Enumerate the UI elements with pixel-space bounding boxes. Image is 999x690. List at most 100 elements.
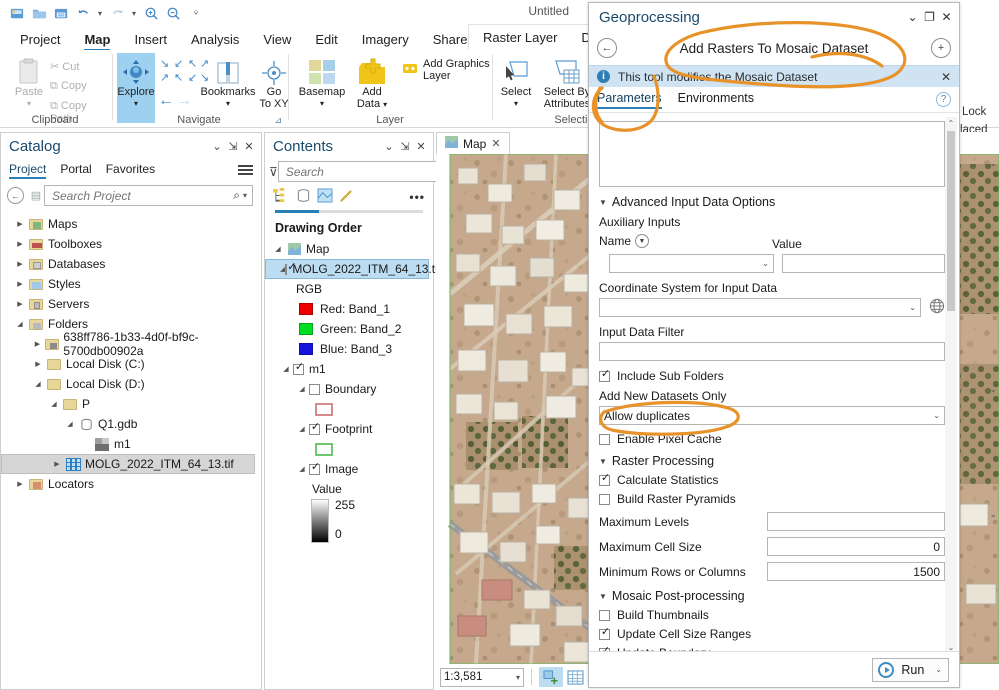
close-icon[interactable]: ✕: [413, 140, 429, 153]
tab-analysis[interactable]: Analysis: [179, 30, 251, 50]
map-scale-combobox[interactable]: 1:3,581 ▾: [440, 668, 524, 687]
map-scroll-dn-icon[interactable]: ⌄: [989, 509, 997, 520]
save-as-icon[interactable]: [50, 3, 72, 23]
add-data-button[interactable]: Add Data ▾: [350, 56, 394, 111]
message-close-icon[interactable]: ✕: [941, 70, 951, 84]
collapse-arrow-icon[interactable]: ◢: [63, 420, 77, 428]
navigate-dialog-launcher-icon[interactable]: ⊿: [274, 115, 282, 126]
undo-dropdown-chevron-down-icon[interactable]: ▾: [94, 3, 106, 23]
sublayer-visibility-checkbox[interactable]: [309, 464, 320, 475]
parameters-scrollbar[interactable]: ⌃ ⌄: [945, 117, 957, 653]
tree-item-styles[interactable]: ▶ Styles: [1, 274, 261, 294]
tab-map[interactable]: Map: [72, 30, 122, 50]
zoom-in-icon[interactable]: [140, 3, 162, 23]
select-features-icon[interactable]: [539, 667, 563, 687]
close-icon[interactable]: ✕: [938, 10, 955, 24]
attribute-table-icon[interactable]: [563, 667, 587, 687]
open-project-icon[interactable]: [28, 3, 50, 23]
copy-button[interactable]: ⧉ Copy: [50, 80, 87, 93]
update-cell-size-ranges-checkbox[interactable]: [599, 629, 610, 640]
build-raster-pyramids-row[interactable]: Build Raster Pyramids: [599, 492, 945, 506]
catalog-browse-icon[interactable]: ▤: [28, 189, 44, 202]
name-options-chevron-down-icon[interactable]: ▼: [635, 234, 649, 248]
chevron-down-icon[interactable]: ▼: [599, 592, 607, 601]
tab-parameters[interactable]: Parameters: [597, 91, 662, 109]
chevron-down-icon[interactable]: ⌄: [909, 303, 916, 312]
close-icon[interactable]: ✕: [491, 137, 500, 150]
expand-arrow-icon[interactable]: ▶: [50, 460, 64, 468]
tree-item-servers[interactable]: ▶ Servers: [1, 294, 261, 314]
collapse-arrow-icon[interactable]: ◢: [271, 245, 285, 253]
list-by-drawing-order-icon[interactable]: [273, 188, 290, 206]
tab-edit[interactable]: Edit: [303, 30, 349, 50]
basemap-button[interactable]: Basemap ▾: [294, 56, 350, 110]
redo-dropdown-chevron-down-icon[interactable]: ▾: [128, 3, 140, 23]
sublayer-visibility-checkbox[interactable]: [309, 384, 320, 395]
tab-view[interactable]: View: [251, 30, 303, 50]
include-sub-folders-row[interactable]: Include Sub Folders: [599, 369, 945, 383]
add-new-datasets-only-dropdown[interactable]: Allow duplicates ⌄: [599, 406, 945, 425]
maximum-cell-size-input[interactable]: 0: [767, 537, 945, 556]
chevron-down-icon[interactable]: ⌄: [933, 411, 940, 420]
scrollbar-thumb[interactable]: [947, 131, 955, 311]
tab-raster-layer[interactable]: Raster Layer: [471, 27, 569, 49]
expand-arrow-icon[interactable]: ▶: [31, 340, 44, 348]
more-options-icon[interactable]: •••: [409, 190, 425, 204]
update-cell-size-ranges-row[interactable]: Update Cell Size Ranges: [599, 627, 945, 641]
map-scroll-up-icon[interactable]: ⌄: [989, 158, 997, 169]
layer-item-molg-raster[interactable]: ◢ MOLG_2022_ITM_64_13.tif: [265, 259, 429, 279]
catalog-back-icon[interactable]: ←: [7, 187, 24, 204]
section-raster-processing[interactable]: ▼ Raster Processing: [599, 454, 945, 468]
tree-item-q1-gdb[interactable]: ◢ Q1.gdb: [1, 414, 261, 434]
next-extent-icon[interactable]: →: [176, 92, 192, 110]
sublayer-visibility-checkbox[interactable]: [309, 424, 320, 435]
maximum-levels-input[interactable]: [767, 512, 945, 531]
sublayer-item-image[interactable]: ◢ Image: [265, 459, 433, 479]
collapse-arrow-icon[interactable]: ◢: [47, 400, 61, 408]
back-arrow-icon[interactable]: ←: [597, 38, 617, 58]
build-thumbnails-row[interactable]: Build Thumbnails: [599, 608, 945, 622]
collapse-arrow-icon[interactable]: ◢: [295, 425, 309, 433]
tree-item-p[interactable]: ◢ P: [1, 394, 261, 414]
coordinate-system-dropdown[interactable]: ⌄: [599, 298, 921, 317]
collapse-arrow-icon[interactable]: ◢: [295, 385, 309, 393]
layer-visibility-checkbox[interactable]: [285, 264, 287, 275]
globe-icon[interactable]: [929, 298, 945, 317]
add-icon[interactable]: +: [931, 38, 951, 58]
layer-item-m1[interactable]: ◢ m1: [265, 359, 433, 379]
paste-chevron-down-icon[interactable]: ▾: [6, 98, 52, 110]
expand-arrow-icon[interactable]: ▶: [13, 220, 27, 228]
bookmarks-chevron-down-icon[interactable]: ▾: [200, 98, 256, 110]
tree-item-home-folder[interactable]: ▶ 638ff786-1b33-4d0f-bf9c-5700db00902a: [1, 334, 261, 354]
run-chevron-down-icon[interactable]: ⌄: [935, 665, 942, 674]
expand-arrow-icon[interactable]: ▶: [13, 300, 27, 308]
run-button[interactable]: Run ⌄: [872, 658, 949, 682]
layer-item-map[interactable]: ◢ Map: [265, 239, 433, 259]
search-icon[interactable]: ⌕: [230, 188, 243, 203]
list-by-editing-icon[interactable]: [339, 188, 354, 206]
pin-icon[interactable]: ⇲: [397, 140, 413, 153]
pin-icon[interactable]: ⇲: [225, 140, 241, 153]
input-data-filter-input[interactable]: [599, 342, 945, 361]
build-thumbnails-checkbox[interactable]: [599, 610, 610, 621]
customize-qat-icon[interactable]: ⩒: [190, 3, 202, 23]
maximize-icon[interactable]: ❐: [921, 10, 938, 24]
collapse-arrow-icon[interactable]: ◢: [279, 365, 293, 373]
tree-item-maps[interactable]: ▶ Maps: [1, 214, 261, 234]
collapse-arrow-icon[interactable]: ◢: [295, 465, 309, 473]
list-by-data-source-icon[interactable]: [296, 188, 311, 206]
sublayer-item-boundary[interactable]: ◢ Boundary: [265, 379, 433, 399]
search-options-chevron-down-icon[interactable]: ▾: [243, 191, 249, 200]
expand-arrow-icon[interactable]: ▶: [31, 360, 45, 368]
minimum-rows-or-columns-input[interactable]: 1500: [767, 562, 945, 581]
bookmarks-button[interactable]: Bookmarks ▾: [200, 56, 256, 110]
auxiliary-name-dropdown[interactable]: ⌄: [609, 254, 774, 273]
calculate-statistics-row[interactable]: Calculate Statistics: [599, 473, 945, 487]
scale-chevron-down-icon[interactable]: ▾: [516, 673, 520, 682]
redo-icon[interactable]: [106, 3, 128, 23]
tree-item-m1[interactable]: m1: [1, 434, 261, 454]
map-scroll-mid-icon[interactable]: ⌄: [989, 384, 997, 395]
chevron-down-icon[interactable]: ⌄: [381, 140, 397, 153]
section-mosaic-post-processing[interactable]: ▼ Mosaic Post-processing: [599, 589, 945, 603]
paste-button[interactable]: Paste ▾: [6, 56, 52, 110]
